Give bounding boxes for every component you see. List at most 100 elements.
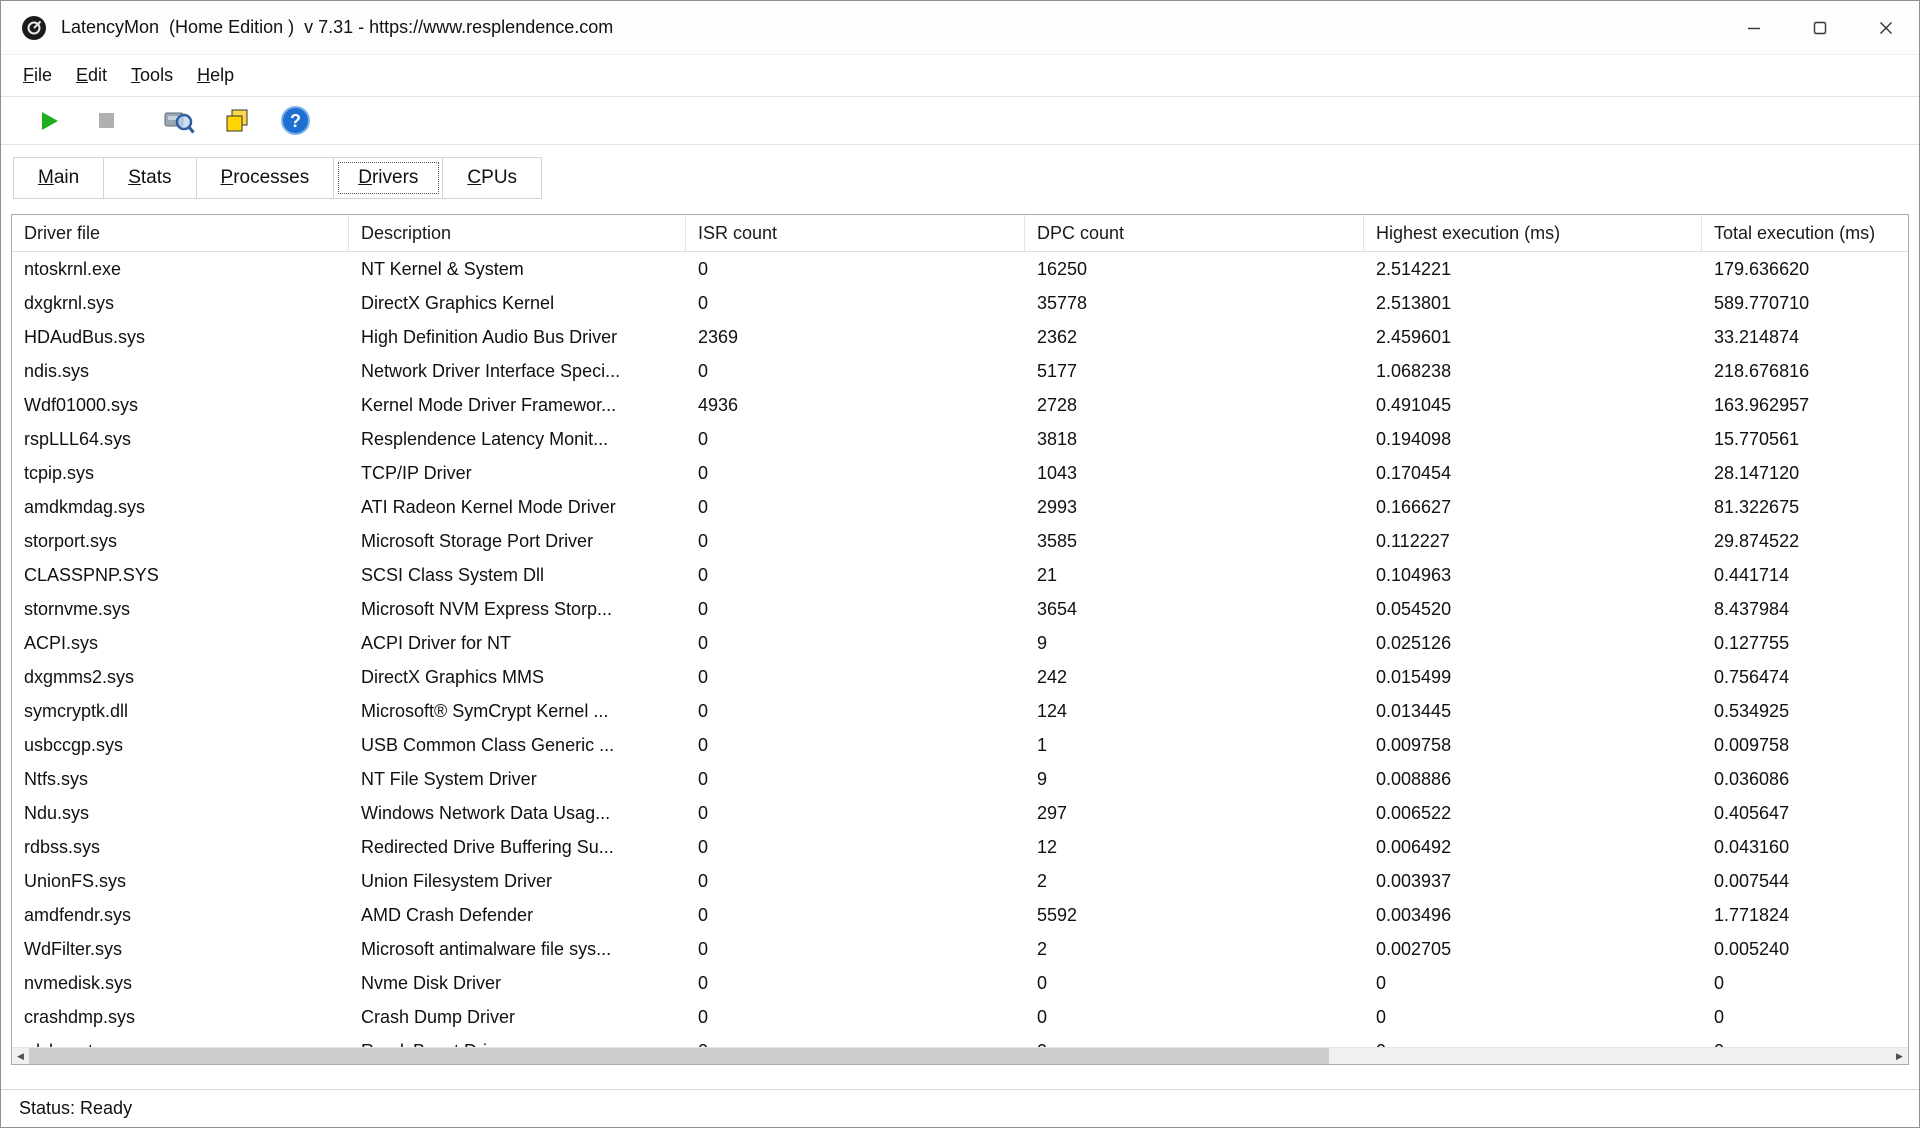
table-row[interactable]: ntoskrnl.exe NT Kernel & System 0 16250 … bbox=[12, 252, 1909, 286]
table-row[interactable]: dxgkrnl.sys DirectX Graphics Kernel 0 35… bbox=[12, 286, 1909, 320]
cell-description: ACPI Driver for NT bbox=[349, 633, 686, 654]
cell-dpc-count: 0 bbox=[1025, 973, 1364, 994]
table-row[interactable]: WdFilter.sys Microsoft antimalware file … bbox=[12, 932, 1909, 966]
cell-description: Kernel Mode Driver Framewor... bbox=[349, 395, 686, 416]
table-row[interactable]: rdbss.sys Redirected Drive Buffering Su.… bbox=[12, 830, 1909, 864]
cell-description: AMD Crash Defender bbox=[349, 905, 686, 926]
table-row[interactable]: nvmedisk.sys Nvme Disk Driver 0 0 0 0 bbox=[12, 966, 1909, 1000]
cell-isr-count: 4936 bbox=[686, 395, 1025, 416]
scrollbar-track[interactable] bbox=[1329, 1048, 1891, 1064]
cell-description: TCP/IP Driver bbox=[349, 463, 686, 484]
cell-isr-count: 0 bbox=[686, 259, 1025, 280]
maximize-button[interactable] bbox=[1787, 1, 1853, 54]
horizontal-scrollbar[interactable]: ◀ ▶ bbox=[12, 1047, 1908, 1064]
table-row[interactable]: dxgmms2.sys DirectX Graphics MMS 0 242 0… bbox=[12, 660, 1909, 694]
column-header-driver-file[interactable]: Driver file bbox=[12, 215, 349, 251]
table-row[interactable]: rspLLL64.sys Resplendence Latency Monit.… bbox=[12, 422, 1909, 456]
table-row[interactable]: ACPI.sys ACPI Driver for NT 0 9 0.025126… bbox=[12, 626, 1909, 660]
cell-total-execution: 163.962957 bbox=[1702, 395, 1909, 416]
cell-driver-file: amdfendr.sys bbox=[12, 905, 349, 926]
help-button[interactable]: ? bbox=[273, 101, 317, 141]
table-row[interactable]: amdfendr.sys AMD Crash Defender 0 5592 0… bbox=[12, 898, 1909, 932]
stop-monitoring-button[interactable] bbox=[85, 101, 129, 141]
scroll-right-arrow-icon[interactable]: ▶ bbox=[1891, 1048, 1908, 1064]
cell-dpc-count: 2993 bbox=[1025, 497, 1364, 518]
stop-icon bbox=[95, 109, 119, 133]
cell-isr-count: 0 bbox=[686, 633, 1025, 654]
column-header-total-execution[interactable]: Total execution (ms) bbox=[1702, 215, 1909, 251]
table-row[interactable]: ndis.sys Network Driver Interface Speci.… bbox=[12, 354, 1909, 388]
cell-driver-file: HDAudBus.sys bbox=[12, 327, 349, 348]
cell-highest-execution: 0.009758 bbox=[1364, 735, 1702, 756]
close-button[interactable] bbox=[1853, 1, 1919, 54]
cell-isr-count: 0 bbox=[686, 667, 1025, 688]
table-header: Driver file Description ISR count DPC co… bbox=[12, 215, 1909, 252]
cell-driver-file: CLASSPNP.SYS bbox=[12, 565, 349, 586]
tab-main[interactable]: Main bbox=[14, 158, 104, 198]
cell-isr-count: 0 bbox=[686, 293, 1025, 314]
cell-highest-execution: 0.194098 bbox=[1364, 429, 1702, 450]
cell-driver-file: nvmedisk.sys bbox=[12, 973, 349, 994]
title-bar[interactable]: LatencyMon (Home Edition ) v 7.31 - http… bbox=[1, 1, 1919, 55]
menu-edit[interactable]: Edit bbox=[64, 60, 119, 91]
window-title: LatencyMon (Home Edition ) v 7.31 - http… bbox=[61, 17, 613, 38]
cell-total-execution: 0.127755 bbox=[1702, 633, 1909, 654]
table-row[interactable]: Wdf01000.sys Kernel Mode Driver Framewor… bbox=[12, 388, 1909, 422]
cell-driver-file: UnionFS.sys bbox=[12, 871, 349, 892]
cell-isr-count: 0 bbox=[686, 905, 1025, 926]
menu-file[interactable]: File bbox=[11, 60, 64, 91]
table-row[interactable]: crashdmp.sys Crash Dump Driver 0 0 0 0 bbox=[12, 1000, 1909, 1034]
column-header-description[interactable]: Description bbox=[349, 215, 686, 251]
help-icon: ? bbox=[280, 105, 311, 136]
toolbar: ? bbox=[1, 97, 1919, 145]
table-row[interactable]: Ntfs.sys NT File System Driver 0 9 0.008… bbox=[12, 762, 1909, 796]
cell-highest-execution: 0.170454 bbox=[1364, 463, 1702, 484]
cell-highest-execution: 0.003496 bbox=[1364, 905, 1702, 926]
table-row[interactable]: stornvme.sys Microsoft NVM Express Storp… bbox=[12, 592, 1909, 626]
copy-report-button[interactable] bbox=[215, 101, 259, 141]
cell-total-execution: 589.770710 bbox=[1702, 293, 1909, 314]
cell-highest-execution: 0.015499 bbox=[1364, 667, 1702, 688]
table-row[interactable]: storport.sys Microsoft Storage Port Driv… bbox=[12, 524, 1909, 558]
table-row[interactable]: HDAudBus.sys High Definition Audio Bus D… bbox=[12, 320, 1909, 354]
table-row[interactable]: UnionFS.sys Union Filesystem Driver 0 2 … bbox=[12, 864, 1909, 898]
cell-dpc-count: 21 bbox=[1025, 565, 1364, 586]
table-row[interactable]: usbccgp.sys USB Common Class Generic ...… bbox=[12, 728, 1909, 762]
scrollbar-thumb[interactable] bbox=[29, 1048, 1329, 1064]
cell-description: Microsoft Storage Port Driver bbox=[349, 531, 686, 552]
table-row[interactable]: symcryptk.dll Microsoft® SymCrypt Kernel… bbox=[12, 694, 1909, 728]
app-icon bbox=[21, 15, 47, 41]
cell-description: DirectX Graphics Kernel bbox=[349, 293, 686, 314]
cell-total-execution: 218.676816 bbox=[1702, 361, 1909, 382]
scroll-left-arrow-icon[interactable]: ◀ bbox=[12, 1048, 29, 1064]
cell-dpc-count: 35778 bbox=[1025, 293, 1364, 314]
table-row[interactable]: tcpip.sys TCP/IP Driver 0 1043 0.170454 … bbox=[12, 456, 1909, 490]
cell-dpc-count: 2728 bbox=[1025, 395, 1364, 416]
cell-driver-file: ndis.sys bbox=[12, 361, 349, 382]
table-row[interactable]: Ndu.sys Windows Network Data Usag... 0 2… bbox=[12, 796, 1909, 830]
cell-highest-execution: 0.025126 bbox=[1364, 633, 1702, 654]
minimize-button[interactable] bbox=[1721, 1, 1787, 54]
tab-drivers[interactable]: Drivers bbox=[334, 158, 443, 198]
system-analysis-button[interactable] bbox=[157, 101, 201, 141]
column-header-isr-count[interactable]: ISR count bbox=[686, 215, 1025, 251]
column-header-highest-execution[interactable]: Highest execution (ms) bbox=[1364, 215, 1702, 251]
cell-description: USB Common Class Generic ... bbox=[349, 735, 686, 756]
cell-driver-file: Ntfs.sys bbox=[12, 769, 349, 790]
cell-total-execution: 0.756474 bbox=[1702, 667, 1909, 688]
cell-isr-count: 0 bbox=[686, 1007, 1025, 1028]
tab-cpus[interactable]: CPUs bbox=[443, 158, 541, 198]
cell-total-execution: 0.534925 bbox=[1702, 701, 1909, 722]
table-row[interactable]: CLASSPNP.SYS SCSI Class System Dll 0 21 … bbox=[12, 558, 1909, 592]
tab-processes[interactable]: Processes bbox=[197, 158, 335, 198]
tab-stats[interactable]: Stats bbox=[104, 158, 196, 198]
table-row[interactable]: rdyboost.sys ReadyBoost Driver 0 0 0 0 bbox=[12, 1034, 1909, 1048]
column-header-dpc-count[interactable]: DPC count bbox=[1025, 215, 1364, 251]
menu-tools[interactable]: Tools bbox=[119, 60, 185, 91]
table-row[interactable]: amdkmdag.sys ATI Radeon Kernel Mode Driv… bbox=[12, 490, 1909, 524]
system-analysis-icon bbox=[163, 106, 195, 136]
menu-help[interactable]: Help bbox=[185, 60, 246, 91]
cell-driver-file: WdFilter.sys bbox=[12, 939, 349, 960]
start-monitoring-button[interactable] bbox=[27, 101, 71, 141]
cell-isr-count: 0 bbox=[686, 463, 1025, 484]
